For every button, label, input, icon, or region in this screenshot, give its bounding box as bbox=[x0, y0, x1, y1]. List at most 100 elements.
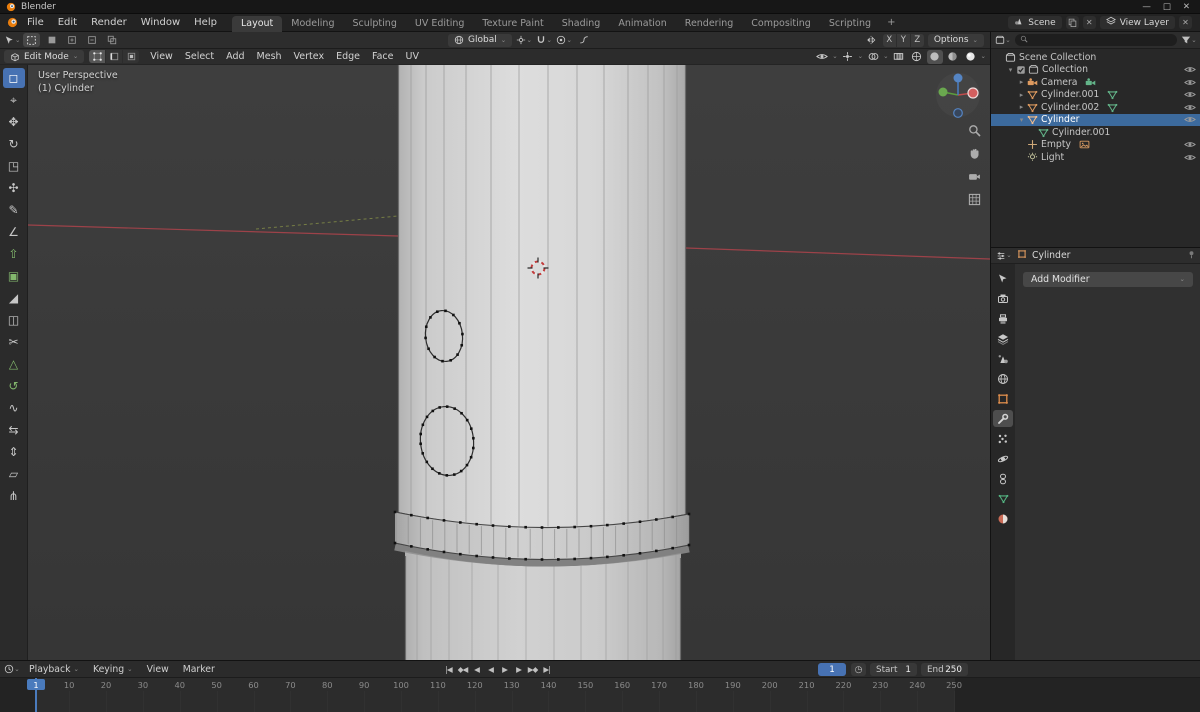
scale-tool-button[interactable]: ◳ bbox=[3, 156, 25, 176]
mode-selector[interactable]: Edit Mode ⌄ bbox=[4, 50, 85, 63]
viewport-menu-select[interactable]: Select bbox=[179, 50, 220, 63]
rip-region-tool-button[interactable]: ⋔ bbox=[3, 486, 25, 506]
properties-tab-modifiers[interactable] bbox=[993, 410, 1013, 427]
loop-cut-tool-button[interactable]: ◫ bbox=[3, 310, 25, 330]
mirror-z-toggle[interactable]: Z bbox=[910, 33, 924, 47]
add-workspace-button[interactable]: + bbox=[880, 17, 902, 28]
vertex-select-button[interactable] bbox=[89, 50, 106, 63]
annotate-tool-button[interactable]: ✎ bbox=[3, 200, 25, 220]
menu-edit[interactable]: Edit bbox=[51, 16, 84, 29]
workspace-tab-uv-editing[interactable]: UV Editing bbox=[406, 16, 474, 32]
menu-help[interactable]: Help bbox=[187, 16, 224, 29]
eye-icon[interactable] bbox=[1184, 140, 1196, 149]
shade-rendered-icon[interactable] bbox=[963, 50, 979, 64]
outliner-row-cylinder[interactable]: ▾ Cylinder bbox=[991, 113, 1200, 126]
extrude-region-tool-button[interactable]: ⇧ bbox=[3, 244, 25, 264]
eye-icon[interactable] bbox=[1184, 65, 1196, 74]
properties-tab-object-data[interactable] bbox=[993, 490, 1013, 507]
outliner-row-empty[interactable]: Empty bbox=[991, 139, 1200, 152]
new-scene-button[interactable] bbox=[1065, 16, 1079, 29]
overlays-icon[interactable] bbox=[865, 50, 881, 64]
workspace-tab-layout[interactable]: Layout bbox=[231, 15, 283, 32]
outliner-row-collection[interactable]: ▾ Collection bbox=[991, 64, 1200, 77]
playhead-frame-badge[interactable]: 1 bbox=[27, 679, 45, 690]
navigation-gizmo-icon[interactable] bbox=[930, 67, 986, 123]
cursor-tool-button[interactable]: ⌖ bbox=[3, 90, 25, 110]
eye-icon[interactable] bbox=[1184, 153, 1196, 162]
face-select-button[interactable] bbox=[123, 50, 140, 63]
workspace-tab-texture-paint[interactable]: Texture Paint bbox=[473, 16, 552, 32]
properties-tab-world[interactable] bbox=[993, 370, 1013, 387]
select-mode-intersect-icon[interactable] bbox=[103, 33, 121, 47]
measure-tool-button[interactable]: ∠ bbox=[3, 222, 25, 242]
viewport-menu-view[interactable]: View bbox=[144, 50, 179, 63]
knife-tool-button[interactable]: ✂ bbox=[3, 332, 25, 352]
previous-frame-button[interactable]: ◀ bbox=[470, 663, 483, 676]
workspace-tab-shading[interactable]: Shading bbox=[553, 16, 610, 32]
shrink-fatten-tool-button[interactable]: ⇕ bbox=[3, 442, 25, 462]
active-tool-dropdown[interactable]: ⌄ bbox=[4, 33, 20, 47]
transform-orientation-dropdown[interactable]: Global ⌄ bbox=[448, 33, 513, 47]
outliner-row-cylinder-002[interactable]: ▸ Cylinder.002 bbox=[991, 101, 1200, 114]
rotate-tool-button[interactable]: ↻ bbox=[3, 134, 25, 154]
timeline-menu-playback[interactable]: Playback ⌄ bbox=[22, 663, 86, 676]
timeline-menu-view[interactable]: View bbox=[140, 663, 176, 676]
properties-tab-render[interactable] bbox=[993, 290, 1013, 307]
transform-tool-button[interactable]: ✣ bbox=[3, 178, 25, 198]
shade-material-icon[interactable] bbox=[945, 50, 961, 64]
previous-keyframe-button[interactable]: ◆◀ bbox=[456, 663, 469, 676]
timeline-editor-type-dropdown[interactable]: ⌄ bbox=[4, 662, 20, 676]
eye-icon[interactable] bbox=[1184, 103, 1196, 112]
inset-faces-tool-button[interactable]: ▣ bbox=[3, 266, 25, 286]
twisty-right-icon[interactable]: ▸ bbox=[1017, 91, 1026, 99]
pin-icon[interactable] bbox=[1187, 250, 1196, 262]
eye-icon[interactable] bbox=[1184, 78, 1196, 87]
next-keyframe-button[interactable]: ▶◆ bbox=[526, 663, 539, 676]
workspace-tab-modeling[interactable]: Modeling bbox=[282, 16, 343, 32]
select-mode-new-icon[interactable] bbox=[43, 33, 61, 47]
blender-menu-icon[interactable] bbox=[4, 16, 20, 30]
snap-magnet-icon[interactable]: ⌄ bbox=[536, 33, 552, 47]
options-dropdown[interactable]: Options ⌄ bbox=[927, 33, 984, 47]
play-reverse-button[interactable]: ◀ bbox=[484, 663, 497, 676]
gizmo-icon[interactable] bbox=[840, 50, 856, 64]
menu-render[interactable]: Render bbox=[84, 16, 134, 29]
pivot-point-dropdown[interactable]: ⌄ bbox=[516, 33, 532, 47]
outliner-row-cylinder-001[interactable]: ▸ Cylinder.001 bbox=[991, 89, 1200, 102]
outliner-display-mode-dropdown[interactable]: ⌄ bbox=[995, 33, 1011, 47]
properties-tab-scene[interactable] bbox=[993, 350, 1013, 367]
frame-end-field[interactable]: End 250 bbox=[921, 663, 968, 676]
workspace-tab-compositing[interactable]: Compositing bbox=[742, 16, 820, 32]
viewport-menu-uv[interactable]: UV bbox=[400, 50, 425, 63]
edge-slide-tool-button[interactable]: ⇆ bbox=[3, 420, 25, 440]
twisty-down-icon[interactable]: ▾ bbox=[1006, 66, 1015, 74]
viewport-menu-face[interactable]: Face bbox=[366, 50, 399, 63]
outliner-row-scene collection[interactable]: Scene Collection bbox=[991, 51, 1200, 64]
zoom-icon[interactable] bbox=[967, 123, 982, 138]
move-tool-button[interactable]: ✥ bbox=[3, 112, 25, 132]
twisty-right-icon[interactable]: ▸ bbox=[1017, 78, 1026, 86]
shade-wireframe-icon[interactable] bbox=[909, 50, 925, 64]
jump-to-end-button[interactable]: ▶| bbox=[540, 663, 553, 676]
3d-scene[interactable] bbox=[28, 65, 990, 660]
dropdown-arrow-icon[interactable]: ⌄ bbox=[832, 53, 837, 60]
outliner-row-camera[interactable]: ▸ Camera bbox=[991, 76, 1200, 89]
eye-icon[interactable] bbox=[1184, 115, 1196, 124]
close-icon[interactable]: ✕ bbox=[1183, 2, 1190, 12]
menu-window[interactable]: Window bbox=[134, 16, 187, 29]
timeline-menu-keying[interactable]: Keying ⌄ bbox=[86, 663, 140, 676]
edge-select-button[interactable] bbox=[106, 50, 123, 63]
properties-tab-output[interactable] bbox=[993, 310, 1013, 327]
properties-editor-type-dropdown[interactable]: ⌄ bbox=[996, 249, 1012, 263]
twisty-down-icon[interactable]: ▾ bbox=[1017, 116, 1026, 124]
shear-tool-button[interactable]: ▱ bbox=[3, 464, 25, 484]
select-mode-subtract-icon[interactable] bbox=[83, 33, 101, 47]
properties-tab-physics[interactable] bbox=[993, 450, 1013, 467]
viewport-menu-edge[interactable]: Edge bbox=[330, 50, 366, 63]
dropdown-arrow-icon[interactable]: ⌄ bbox=[883, 53, 888, 60]
timeline-menu-marker[interactable]: Marker bbox=[176, 663, 222, 676]
frame-start-field[interactable]: Start 1 bbox=[870, 663, 917, 676]
timeline-ruler[interactable]: 10 20 30 40 50 60 70 80 90 100 110 120 130 140 150 160 1… bbox=[0, 678, 1200, 712]
scene-selector[interactable]: Scene bbox=[1008, 16, 1062, 29]
play-button[interactable]: ▶ bbox=[498, 663, 511, 676]
